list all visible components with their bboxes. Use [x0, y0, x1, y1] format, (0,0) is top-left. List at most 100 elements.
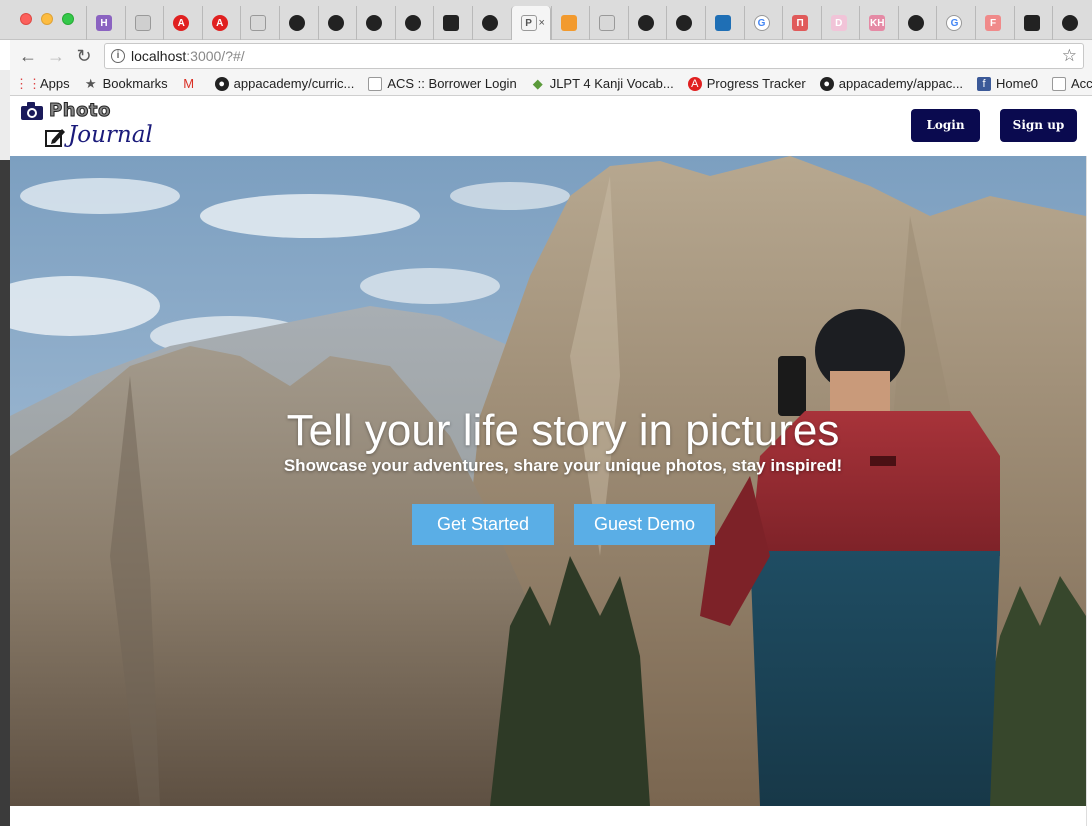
hero-section: Tell your life story in pictures Showcas…	[10, 156, 1086, 806]
github-icon	[1062, 15, 1079, 31]
tab-list: H A A P × G Π D KH G F	[86, 6, 1091, 40]
document-icon	[250, 15, 267, 31]
github-icon	[404, 15, 421, 31]
back-arrow-icon[interactable]: ←	[18, 46, 38, 66]
a-icon: A	[173, 15, 190, 31]
browser-tab[interactable]	[704, 6, 744, 40]
asterisk-icon	[560, 15, 577, 31]
close-tab-icon[interactable]: ×	[539, 17, 545, 29]
browser-tab[interactable]: F	[975, 6, 1014, 40]
minimize-window-button[interactable]	[41, 13, 53, 25]
bookmark-label: JLPT 4 Kanji Vocab...	[549, 76, 674, 91]
camera-icon	[1023, 15, 1040, 31]
browser-tab[interactable]	[897, 6, 937, 40]
bookmark-item[interactable]: f Home0	[977, 76, 1038, 91]
forward-arrow-icon[interactable]: →	[46, 46, 66, 66]
address-bar[interactable]: i localhost:3000/?#/ ☆	[104, 43, 1084, 69]
bookmark-label: Apps	[40, 76, 70, 91]
browser-tab[interactable]: G	[743, 6, 783, 40]
document-icon	[1051, 76, 1066, 91]
bookmark-label: Home0	[996, 76, 1038, 91]
bookmark-item[interactable]: ◆ JLPT 4 Kanji Vocab...	[531, 75, 674, 92]
github-icon: ●	[214, 76, 229, 91]
google-icon: G	[946, 15, 963, 31]
bookmark-item[interactable]: A Progress Tracker	[687, 76, 806, 91]
browser-window: H A A P × G Π D KH G F ← → ↻ i localhost:3000/?#/ …	[0, 0, 1092, 826]
zoom-window-button[interactable]	[62, 13, 74, 25]
bookmark-item[interactable]: ⋮⋮ Apps	[15, 75, 70, 92]
browser-tab[interactable]	[240, 6, 279, 40]
h-icon: H	[96, 15, 112, 31]
bookmarks-bar: ⋮⋮ Apps ★ Bookmarks M ● appacademy/curric... AC…	[10, 72, 1092, 96]
browser-tab[interactable]	[317, 6, 357, 40]
browser-tab[interactable]	[278, 6, 318, 40]
bookmark-item[interactable]: ● appacademy/curric...	[214, 76, 355, 91]
bookmark-item[interactable]: M	[182, 76, 201, 91]
pi-icon: Π	[792, 15, 809, 31]
browser-tab[interactable]: D	[820, 6, 860, 40]
browser-tab[interactable]	[550, 6, 590, 40]
browser-tab[interactable]: A	[163, 6, 202, 40]
d-icon: D	[830, 15, 847, 31]
browser-tab[interactable]	[1013, 6, 1053, 40]
hero-subtitle: Showcase your adventures, share your uni…	[283, 456, 843, 475]
blank-icon	[368, 76, 383, 91]
document-icon	[599, 15, 616, 31]
background-window	[0, 70, 10, 826]
gmail-icon: M	[183, 76, 195, 91]
google-icon: G	[753, 15, 770, 31]
browser-tab[interactable]: KH	[859, 6, 898, 40]
browser-tab[interactable]	[627, 6, 667, 40]
camera-icon	[21, 102, 43, 120]
apps-grid-icon: ⋮⋮	[15, 75, 41, 91]
browser-tab[interactable]	[433, 6, 472, 40]
signup-button[interactable]: Sign up	[1000, 109, 1077, 142]
browser-tab[interactable]: A	[201, 6, 241, 40]
browser-tab[interactable]: G	[936, 6, 975, 40]
bookmark-star-icon[interactable]: ☆	[1062, 46, 1077, 66]
bookmark-label: Progress Tracker	[706, 76, 806, 91]
github-icon	[637, 15, 654, 31]
github-icon	[327, 15, 344, 31]
info-icon[interactable]: i	[111, 49, 125, 63]
bookmark-item[interactable]: ACS :: Borrower Login	[368, 76, 517, 91]
a-icon: A	[687, 76, 702, 91]
browser-tab[interactable]	[1052, 6, 1091, 40]
bookmark-item[interactable]: ● appacademy/appac...	[819, 76, 963, 91]
browser-tab[interactable]	[666, 6, 705, 40]
hero-background-image	[10, 156, 1086, 806]
page-scroll-edge	[1086, 156, 1092, 826]
browser-tab[interactable]	[471, 6, 511, 40]
document-icon	[134, 15, 151, 31]
bookmark-item[interactable]: Accour	[1051, 76, 1092, 91]
a-icon: A	[211, 15, 228, 31]
hero-title: Tell your life story in pictures	[286, 406, 840, 455]
login-button[interactable]: Login	[911, 109, 980, 142]
browser-tab[interactable]	[356, 6, 395, 40]
github-icon	[676, 15, 693, 31]
document-icon: P	[520, 15, 537, 31]
reload-icon[interactable]: ↻	[74, 46, 94, 66]
tab-strip: H A A P × G Π D KH G F	[0, 0, 1092, 40]
app-header: Photo Journal Login Sign up	[10, 96, 1088, 156]
browser-tab[interactable]	[394, 6, 434, 40]
star-icon: ★	[84, 75, 97, 91]
github-icon: ●	[819, 76, 834, 91]
browser-tab[interactable]	[124, 6, 164, 40]
bookmark-label: appacademy/curric...	[233, 76, 355, 91]
close-window-button[interactable]	[20, 13, 32, 25]
logo-photo-text: Photo	[49, 100, 111, 122]
browser-tab[interactable]: P ×	[510, 6, 551, 40]
leaf-icon: ◆	[532, 75, 543, 91]
browser-tab[interactable]	[589, 6, 628, 40]
github-icon	[907, 15, 924, 31]
guest-demo-button[interactable]: Guest Demo	[574, 504, 715, 545]
browser-tab[interactable]: H	[86, 6, 125, 40]
url-path: :3000/?#/	[186, 48, 245, 64]
bookmark-item[interactable]: ★ Bookmarks	[84, 75, 168, 92]
browser-tab[interactable]: Π	[782, 6, 821, 40]
url-host: localhost	[131, 48, 187, 64]
github-icon	[481, 15, 498, 31]
edit-icon	[45, 129, 65, 147]
get-started-button[interactable]: Get Started	[412, 504, 554, 545]
